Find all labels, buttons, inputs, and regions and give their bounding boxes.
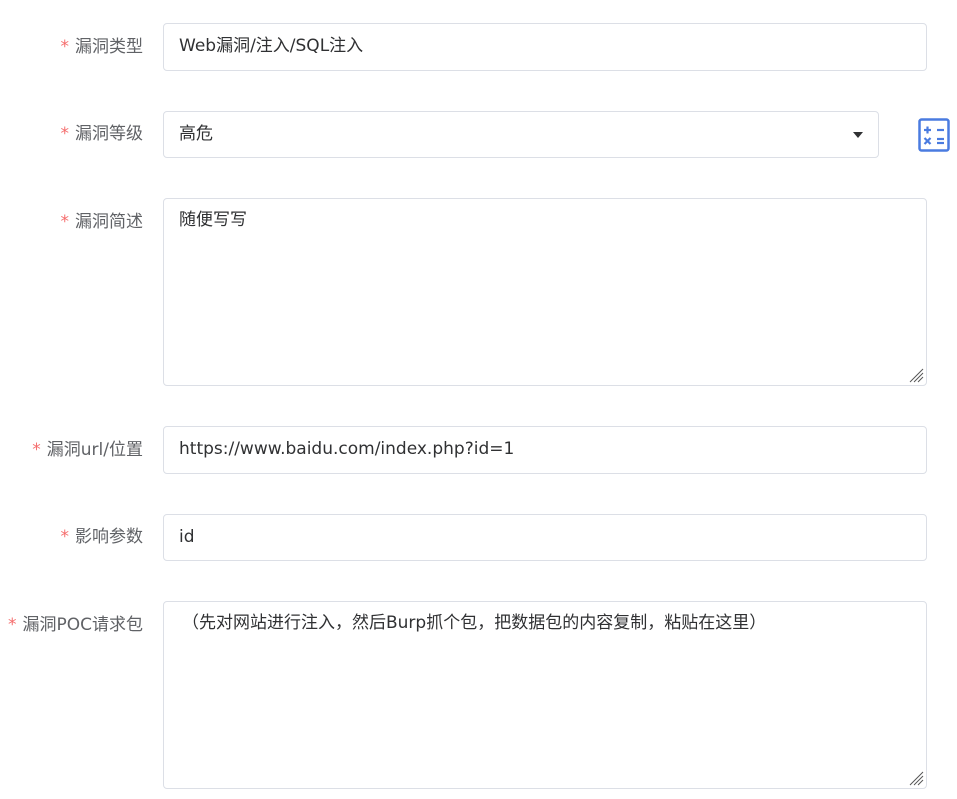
vulnerability-form: * 漏洞类型 Web漏洞/注入/SQL注入 * 漏洞等级 高危 * 漏洞简述 随便写写 bbox=[0, 0, 957, 799]
calculator-icon[interactable] bbox=[918, 118, 950, 152]
label-vuln-level: * 漏洞等级 bbox=[61, 124, 144, 144]
vuln-type-value: Web漏洞/注入/SQL注入 bbox=[179, 36, 364, 56]
required-mark: * bbox=[60, 124, 70, 144]
label-vuln-poc: * 漏洞POC请求包 bbox=[8, 615, 143, 635]
required-mark: * bbox=[7, 615, 17, 635]
vuln-level-value: 高危 bbox=[179, 124, 213, 144]
required-mark: * bbox=[32, 440, 41, 460]
vuln-level-select[interactable]: 高危 bbox=[163, 111, 879, 158]
affected-param-value: id bbox=[179, 527, 195, 547]
label-text: 漏洞url/位置 bbox=[46, 440, 143, 460]
vuln-url-value: https://www.baidu.com/index.php?id=1 bbox=[179, 439, 515, 459]
label-text: 漏洞类型 bbox=[75, 37, 143, 57]
required-mark: * bbox=[60, 527, 70, 547]
required-mark: * bbox=[60, 37, 70, 57]
vuln-summary-textarea[interactable]: 随便写写 bbox=[163, 198, 927, 386]
label-affected-param: * 影响参数 bbox=[61, 527, 144, 547]
label-vuln-summary: * 漏洞简述 bbox=[61, 212, 144, 232]
resize-handle-icon[interactable] bbox=[908, 770, 924, 786]
label-text: 影响参数 bbox=[75, 527, 143, 547]
caret-down-icon bbox=[853, 132, 863, 138]
vuln-poc-value: （先对网站进行注入，然后Burp抓个包，把数据包的内容复制，粘贴在这里） bbox=[182, 613, 767, 633]
required-mark: * bbox=[60, 212, 70, 232]
vuln-poc-textarea[interactable]: （先对网站进行注入，然后Burp抓个包，把数据包的内容复制，粘贴在这里） bbox=[163, 601, 927, 789]
label-text: 漏洞简述 bbox=[75, 212, 143, 232]
affected-param-input[interactable]: id bbox=[163, 514, 927, 561]
label-text: 漏洞POC请求包 bbox=[22, 615, 143, 635]
vuln-type-input[interactable]: Web漏洞/注入/SQL注入 bbox=[163, 23, 927, 71]
resize-handle-icon[interactable] bbox=[908, 367, 924, 383]
label-vuln-type: * 漏洞类型 bbox=[61, 37, 144, 57]
label-text: 漏洞等级 bbox=[75, 124, 143, 144]
vuln-url-input[interactable]: https://www.baidu.com/index.php?id=1 bbox=[163, 426, 927, 474]
vuln-summary-value: 随便写写 bbox=[179, 210, 247, 230]
label-vuln-url: * 漏洞url/位置 bbox=[32, 440, 143, 460]
